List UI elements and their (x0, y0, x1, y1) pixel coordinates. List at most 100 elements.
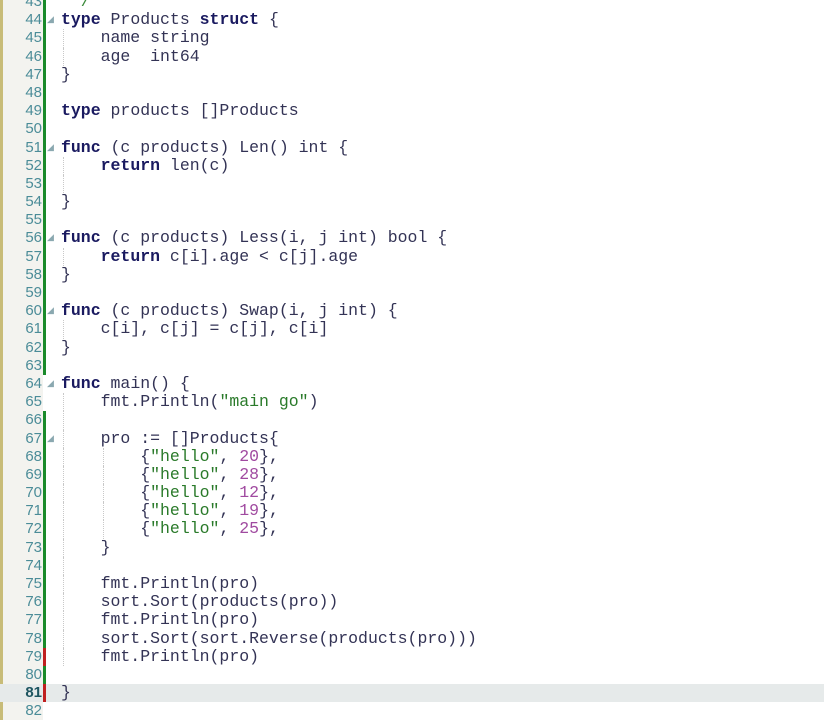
code-line[interactable]: 73 } (0, 538, 824, 557)
change-marker (43, 0, 46, 12)
code-token: , (219, 519, 240, 539)
line-number: 49 (25, 102, 42, 120)
code-line[interactable]: 75 fmt.Println(pro) (0, 574, 824, 594)
code-line[interactable]: 77 fmt.Println(pro) (0, 610, 824, 630)
code-line[interactable]: 72 {"hello", 25}, (0, 519, 824, 539)
code-line[interactable]: 71 {"hello", 19}, (0, 501, 824, 521)
line-number: 82 (25, 702, 42, 720)
code-token: struct (199, 10, 260, 30)
change-marker (43, 284, 46, 303)
code-line[interactable]: 54} (0, 192, 824, 212)
code-line[interactable]: 63 (0, 356, 824, 375)
line-number: 47 (25, 65, 42, 83)
code-line[interactable]: 44 ◢ type Products struct { (0, 10, 824, 30)
code-line[interactable]: 49 type products []Products (0, 101, 824, 121)
change-marker (43, 338, 46, 357)
code-token: len(c) (160, 155, 230, 175)
code-line[interactable]: 57 return c[i].age < c[j].age (0, 246, 824, 266)
code-token: return (100, 246, 161, 266)
code-line[interactable]: 78 sort.Sort(sort.Reverse(products(pro))… (0, 628, 824, 648)
code-line[interactable]: 53 (0, 174, 824, 194)
code-line[interactable]: 81} (0, 684, 824, 703)
line-number: 59 (25, 284, 42, 301)
fold-toggle-icon[interactable]: ◢ (47, 375, 54, 393)
fold-toggle-icon[interactable]: ◢ (47, 229, 54, 247)
line-number: 56 (25, 229, 42, 247)
line-number: 68 (25, 447, 42, 465)
code-text: } (61, 338, 71, 357)
line-number: 75 (25, 575, 42, 592)
code-line[interactable]: 52 return len(c) (0, 155, 824, 175)
line-number: 60 (25, 302, 42, 320)
code-token: c[i], c[j] = c[j], c[i] (61, 319, 329, 339)
code-line[interactable]: 82 (0, 702, 824, 720)
line-number: 57 (25, 247, 42, 265)
code-line[interactable]: 51 ◢ func (c products) Len() int { (0, 137, 824, 157)
code-line[interactable]: 65 fmt.Println("main go") (0, 393, 824, 412)
code-line[interactable]: 61 c[i], c[j] = c[j], c[i] (0, 319, 824, 339)
code-token: fmt.Println(pro) (61, 574, 260, 593)
code-token: fmt.Println(pro) (61, 610, 260, 630)
line-number: 78 (25, 629, 42, 647)
code-token: }, (259, 483, 279, 503)
code-line[interactable]: 76 sort.Sort(products(pro)) (0, 593, 824, 612)
code-text: func (c products) Swap(i, j int) { (61, 302, 398, 320)
fold-toggle-icon[interactable]: ◢ (47, 11, 54, 29)
code-token: , (219, 501, 240, 521)
code-line[interactable]: 69 {"hello", 28}, (0, 465, 824, 485)
code-token: sort.Sort(sort.Reverse(products(pro))) (61, 628, 477, 648)
fold-toggle-icon[interactable]: ◢ (47, 139, 54, 157)
code-token: return (100, 155, 161, 175)
code-text: func (c products) Len() int { (61, 137, 349, 157)
code-line[interactable]: 70 {"hello", 12}, (0, 483, 824, 503)
line-number: 73 (25, 538, 42, 556)
change-marker (43, 484, 46, 503)
code-text: } (61, 684, 71, 702)
line-number: 79 (25, 647, 42, 665)
change-marker (43, 193, 46, 212)
code-line[interactable]: 67 ◢ pro := []Products{ (0, 429, 824, 448)
code-line[interactable]: 80 (0, 665, 824, 685)
code-token: products []Products (100, 101, 299, 121)
code-line[interactable]: 55 (0, 211, 824, 230)
code-text: } (61, 538, 111, 557)
code-token: { (61, 446, 151, 466)
fold-toggle-icon[interactable]: ◢ (47, 430, 54, 448)
line-number: 61 (25, 320, 42, 338)
change-marker (43, 356, 46, 375)
line-number: 81 (25, 684, 42, 702)
change-marker (43, 211, 46, 230)
code-line[interactable]: 47} (0, 65, 824, 84)
line-number: 43 (25, 0, 42, 10)
change-marker (43, 120, 46, 139)
code-line[interactable]: 45 name string (0, 29, 824, 48)
code-line[interactable]: 74 (0, 556, 824, 575)
code-token: } (61, 192, 71, 212)
indent-guide (63, 556, 64, 575)
change-marker (43, 302, 46, 321)
code-line[interactable]: 60 ◢ func (c products) Swap(i, j int) { (0, 302, 824, 321)
code-line[interactable]: 50 (0, 120, 824, 139)
change-marker (43, 229, 46, 248)
code-token: 25 (239, 519, 260, 539)
code-line[interactable]: 64 ◢ func main() { (0, 374, 824, 393)
code-line[interactable]: 46 age int64 (0, 47, 824, 66)
code-text: name string (61, 29, 210, 47)
code-line[interactable]: 66 (0, 411, 824, 430)
code-line[interactable]: 68 {"hello", 20}, (0, 446, 824, 466)
code-token: (c products) Len() int { (100, 137, 349, 157)
code-line[interactable]: 58} (0, 265, 824, 284)
code-line[interactable]: 59 (0, 284, 824, 303)
line-number: 74 (25, 556, 42, 574)
code-editor[interactable]: 43 **/44 ◢ type Products struct {45 name st… (0, 0, 824, 721)
fold-toggle-icon[interactable]: ◢ (47, 302, 54, 320)
change-marker (43, 65, 46, 84)
line-number: 52 (25, 156, 42, 174)
line-number: 64 (25, 374, 42, 392)
code-line[interactable]: 48 (0, 83, 824, 103)
code-token: type (61, 10, 101, 30)
code-line[interactable]: 79 fmt.Println(pro) (0, 647, 824, 666)
code-line[interactable]: 62} (0, 338, 824, 357)
code-line[interactable]: 56 ◢ func (c products) Less(i, j int) bool… (0, 229, 824, 248)
